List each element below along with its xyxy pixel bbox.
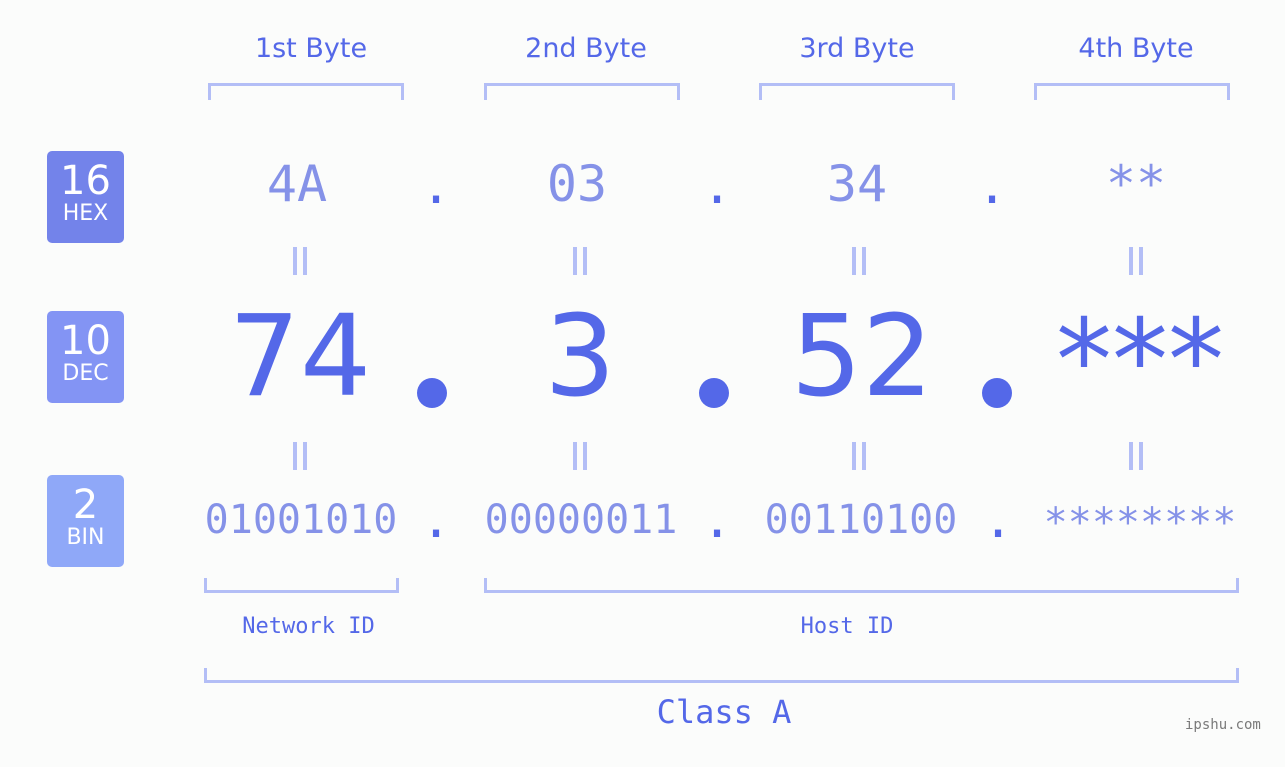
class-bracket bbox=[204, 668, 1239, 683]
bracket-byte-3 bbox=[759, 83, 955, 100]
bin-separator-3: . bbox=[982, 491, 1014, 549]
equals-icon bbox=[1129, 442, 1143, 470]
bracket-byte-4 bbox=[1034, 83, 1230, 100]
equals-icon bbox=[573, 442, 587, 470]
hex-byte-1: 4A bbox=[266, 155, 328, 213]
host-id-bracket bbox=[484, 578, 1239, 593]
equals-icon bbox=[573, 247, 587, 275]
dec-separator-2 bbox=[699, 378, 729, 408]
hex-byte-2: 03 bbox=[546, 155, 608, 213]
bin-byte-4: ******** bbox=[1043, 500, 1237, 546]
dec-badge-label: DEC bbox=[62, 361, 109, 386]
hex-byte-3: 34 bbox=[826, 155, 888, 213]
equals-icon bbox=[852, 247, 866, 275]
hex-badge-label: HEX bbox=[62, 201, 109, 226]
dec-byte-2: 3 bbox=[544, 292, 616, 422]
header-byte-2: 2nd Byte bbox=[525, 33, 647, 64]
network-id-bracket bbox=[204, 578, 399, 593]
dec-byte-3: 52 bbox=[790, 292, 934, 422]
dec-badge: 10 DEC bbox=[47, 311, 124, 403]
bin-byte-3: 00110100 bbox=[764, 497, 958, 543]
class-label: Class A bbox=[656, 693, 792, 731]
watermark: ipshu.com bbox=[1185, 717, 1261, 733]
dec-separator-1 bbox=[417, 378, 447, 408]
header-byte-3: 3rd Byte bbox=[799, 33, 915, 64]
equals-icon bbox=[293, 247, 307, 275]
header-byte-1: 1st Byte bbox=[254, 33, 368, 64]
network-id-label: Network ID bbox=[242, 614, 375, 639]
host-id-label: Host ID bbox=[800, 614, 894, 639]
dec-badge-number: 10 bbox=[60, 318, 111, 364]
bracket-byte-1 bbox=[208, 83, 404, 100]
hex-separator-1: . bbox=[420, 157, 452, 215]
bin-byte-1: 01001010 bbox=[204, 497, 398, 543]
equals-icon bbox=[293, 442, 307, 470]
hex-badge: 16 HEX bbox=[47, 151, 124, 243]
header-byte-4: 4th Byte bbox=[1078, 33, 1194, 64]
bin-byte-2: 00000011 bbox=[484, 497, 678, 543]
bin-badge: 2 BIN bbox=[47, 475, 124, 567]
hex-byte-4: ** bbox=[1105, 155, 1167, 213]
dec-separator-3 bbox=[982, 378, 1012, 408]
bin-badge-label: BIN bbox=[66, 525, 105, 550]
bin-badge-number: 2 bbox=[72, 482, 99, 528]
dec-byte-1: 74 bbox=[228, 292, 372, 422]
equals-icon bbox=[1129, 247, 1143, 275]
hex-badge-number: 16 bbox=[60, 158, 111, 204]
bin-separator-1: . bbox=[420, 491, 452, 549]
bracket-byte-2 bbox=[484, 83, 680, 100]
hex-separator-2: . bbox=[701, 157, 733, 215]
bin-separator-2: . bbox=[701, 491, 733, 549]
hex-separator-3: . bbox=[976, 157, 1008, 215]
equals-icon bbox=[852, 442, 866, 470]
dec-byte-4: *** bbox=[1056, 296, 1224, 426]
